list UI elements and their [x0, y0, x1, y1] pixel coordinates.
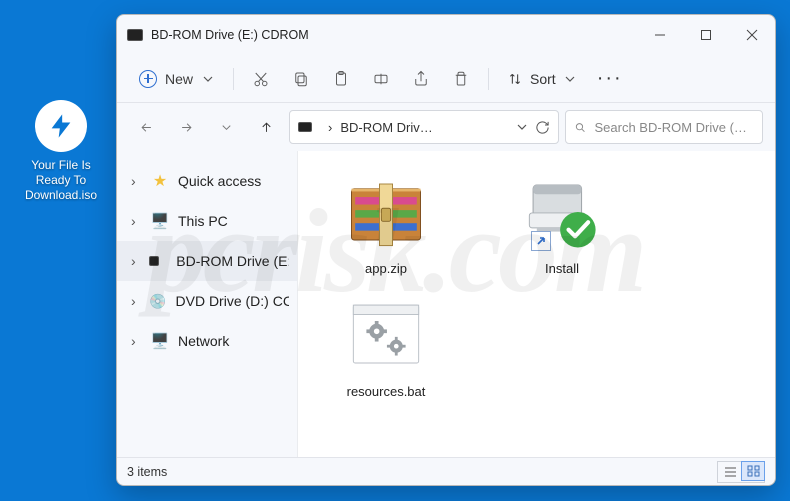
network-icon: 🖥️ [151, 332, 169, 350]
pc-icon: 🖥️ [151, 212, 169, 230]
file-name: resources.bat [306, 384, 466, 399]
copy-button[interactable] [282, 61, 320, 97]
plus-circle-icon [139, 70, 157, 88]
sidebar-item-this-pc[interactable]: › 🖥️ This PC [117, 201, 297, 241]
icons-view-button[interactable] [741, 461, 765, 481]
batch-file-icon [341, 292, 431, 378]
separator [488, 68, 489, 90]
search-placeholder: Search BD-ROM Drive (E:) CD… [595, 120, 755, 135]
file-name: Install [482, 261, 642, 276]
sidebar-item-label: This PC [178, 213, 228, 229]
sort-button[interactable]: Sort [497, 65, 585, 93]
up-button[interactable] [249, 110, 283, 144]
view-mode-toggles [717, 461, 765, 483]
sidebar-item-label: Network [178, 333, 229, 349]
file-list[interactable]: app.zip [297, 151, 775, 457]
installer-icon [517, 169, 607, 255]
navigation-pane: › ★ Quick access › 🖥️ This PC › BD-ROM D… [117, 151, 297, 457]
paste-button[interactable] [322, 61, 360, 97]
sidebar-item-label: Quick access [178, 173, 261, 189]
separator [233, 68, 234, 90]
back-button[interactable] [129, 110, 163, 144]
chevron-right-icon: › [131, 293, 140, 309]
disc-icon: 💿 [149, 293, 166, 310]
drive-icon [149, 256, 167, 266]
sidebar-item-dvd-drive[interactable]: › 💿 DVD Drive (D:) CCCC [117, 281, 297, 321]
file-item-app-zip[interactable]: app.zip [306, 169, 466, 276]
chevron-down-icon[interactable] [517, 122, 527, 132]
close-button[interactable] [729, 15, 775, 55]
window-title: BD-ROM Drive (E:) CDROM [151, 28, 637, 42]
chevron-right-icon: › [328, 120, 332, 135]
drive-icon [298, 122, 312, 132]
address-bar[interactable]: › BD-ROM Driv… [289, 110, 559, 144]
details-view-button[interactable] [718, 462, 742, 482]
new-label: New [165, 71, 193, 87]
command-bar: New Sort ··· [117, 55, 775, 103]
chevron-down-icon [203, 74, 213, 84]
sort-icon [507, 71, 523, 87]
search-icon [574, 120, 587, 135]
chevron-right-icon: › [131, 253, 140, 269]
archive-icon [341, 169, 431, 255]
titlebar[interactable]: BD-ROM Drive (E:) CDROM [117, 15, 775, 55]
file-item-install[interactable]: Install [482, 169, 642, 276]
sort-label: Sort [530, 71, 556, 87]
new-button[interactable]: New [127, 64, 225, 94]
share-button[interactable] [402, 61, 440, 97]
sidebar-item-bdrom-drive[interactable]: › BD-ROM Drive (E:) C [117, 241, 297, 281]
sidebar-item-label: BD-ROM Drive (E:) C [176, 253, 289, 269]
shortcut-overlay-icon [531, 231, 551, 251]
sidebar-item-quick-access[interactable]: › ★ Quick access [117, 161, 297, 201]
desktop-iso-icon[interactable]: Your File Is Ready To Download.iso [22, 100, 100, 203]
file-item-resources-bat[interactable]: resources.bat [306, 292, 466, 399]
chevron-right-icon: › [131, 333, 142, 349]
address-path: BD-ROM Driv… [340, 120, 509, 135]
maximize-button[interactable] [683, 15, 729, 55]
sidebar-item-network[interactable]: › 🖥️ Network [117, 321, 297, 361]
sidebar-item-label: DVD Drive (D:) CCCC [176, 293, 290, 309]
status-bar: 3 items [117, 457, 775, 485]
forward-button[interactable] [169, 110, 203, 144]
recent-dropdown[interactable] [209, 110, 243, 144]
chevron-right-icon: › [131, 173, 142, 189]
more-button[interactable]: ··· [587, 67, 633, 90]
drive-icon [127, 29, 143, 41]
address-bar-row: › BD-ROM Driv… Search BD-ROM Drive (E:) … [117, 103, 775, 151]
item-count: 3 items [127, 465, 167, 479]
explorer-window: BD-ROM Drive (E:) CDROM New [116, 14, 776, 486]
cut-button[interactable] [242, 61, 280, 97]
chevron-right-icon: › [131, 213, 142, 229]
file-name: app.zip [306, 261, 466, 276]
minimize-button[interactable] [637, 15, 683, 55]
delete-button[interactable] [442, 61, 480, 97]
rename-button[interactable] [362, 61, 400, 97]
daemon-tools-icon [35, 100, 87, 152]
star-icon: ★ [151, 171, 169, 191]
search-input[interactable]: Search BD-ROM Drive (E:) CD… [565, 110, 763, 144]
desktop-icon-label: Your File Is Ready To Download.iso [22, 158, 100, 203]
chevron-down-icon [565, 74, 575, 84]
refresh-button[interactable] [535, 120, 550, 135]
